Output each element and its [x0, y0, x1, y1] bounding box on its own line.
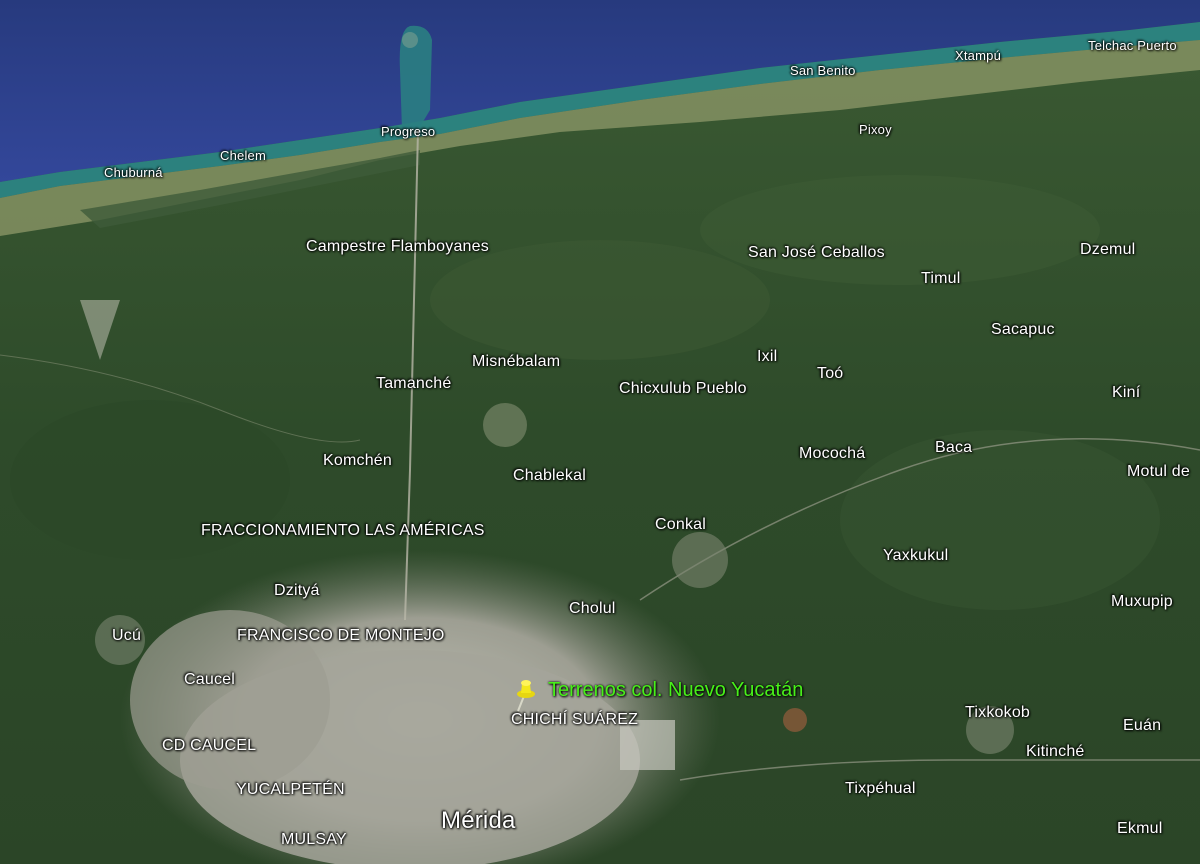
- placemark-label[interactable]: Terrenos col. Nuevo Yucatán: [548, 680, 803, 700]
- label-misnebalam: Misnébalam: [472, 353, 561, 370]
- label-francisco-de-montejo: FRANCISCO DE MONTEJO: [237, 627, 445, 644]
- label-ucu: Ucú: [112, 627, 142, 644]
- label-cholul: Cholul: [569, 600, 616, 617]
- label-yucalpeten: YUCALPETÉN: [236, 781, 345, 798]
- label-euan: Euán: [1123, 717, 1162, 734]
- label-fraccionamiento-las-americas: FRACCIONAMIENTO LAS AMÉRICAS: [201, 522, 485, 539]
- label-progreso: Progreso: [381, 124, 436, 139]
- label-too: Toó: [817, 365, 844, 382]
- label-baca: Baca: [935, 439, 973, 456]
- label-chicxulub-pueblo: Chicxulub Pueblo: [619, 380, 747, 397]
- label-dzitya: Dzityá: [274, 582, 320, 599]
- label-xtampu: Xtampú: [955, 48, 1002, 63]
- label-muxupip: Muxupip: [1111, 593, 1173, 610]
- label-mulsay: MULSAY: [281, 831, 347, 848]
- label-kini: Kiní: [1112, 384, 1141, 401]
- label-timul: Timul: [921, 270, 961, 287]
- label-campestre-flamboyanes: Campestre Flamboyanes: [306, 238, 489, 255]
- label-merida: Mérida: [441, 807, 516, 834]
- label-chichi-suarez: CHICHÍ SUÁREZ: [511, 711, 639, 728]
- label-tixpehual: Tixpéhual: [845, 780, 916, 797]
- label-kitinche: Kitinché: [1026, 743, 1085, 760]
- label-san-jose-ceballos: San José Ceballos: [748, 244, 885, 261]
- label-conkal: Conkal: [655, 516, 707, 533]
- label-ekmul: Ekmul: [1117, 820, 1163, 837]
- label-motul: Motul de: [1127, 463, 1190, 480]
- satellite-map[interactable]: Telchac Puerto Xtampú San Benito Progres…: [0, 0, 1200, 864]
- label-sacapuc: Sacapuc: [991, 321, 1055, 338]
- label-mococha: Mocochá: [799, 445, 866, 462]
- label-chablekal: Chablekal: [513, 467, 586, 484]
- label-telchac-puerto: Telchac Puerto: [1088, 38, 1177, 53]
- label-tamanche: Tamanché: [376, 375, 452, 392]
- label-dzemul: Dzemul: [1080, 241, 1136, 258]
- label-cd-caucel: CD CAUCEL: [162, 737, 257, 754]
- label-san-benito: San Benito: [790, 63, 856, 78]
- label-chuburna: Chuburná: [104, 165, 163, 180]
- label-tixkokob: Tixkokob: [965, 704, 1031, 721]
- label-ixil: Ixil: [757, 348, 778, 365]
- pushpin-icon[interactable]: [512, 678, 538, 712]
- label-yaxkukul: Yaxkukul: [883, 547, 949, 564]
- label-pixoy: Pixoy: [859, 122, 892, 137]
- map-imagery: [0, 0, 1200, 864]
- label-komchen: Komchén: [323, 452, 392, 469]
- label-caucel: Caucel: [184, 671, 236, 688]
- label-chelem: Chelem: [220, 148, 266, 163]
